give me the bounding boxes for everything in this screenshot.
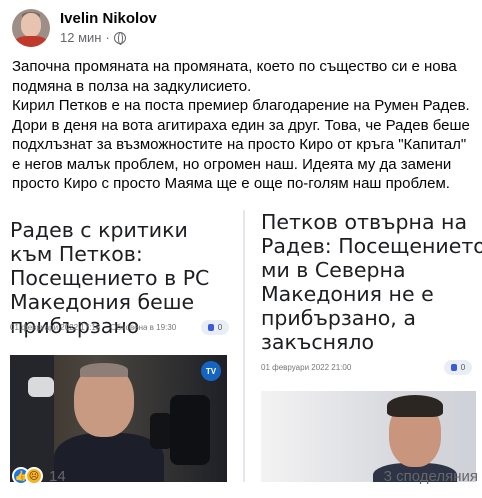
post-meta: Ivelin Nikolov 12 мин · bbox=[60, 10, 157, 47]
reaction-count[interactable]: 14 bbox=[49, 468, 66, 485]
comments-count: 0 bbox=[460, 363, 466, 372]
post-text-content: Започна промяната на промяната, което по… bbox=[12, 58, 470, 192]
article-updated: Обновена в 19:30 bbox=[110, 323, 177, 332]
author-name[interactable]: Ivelin Nikolov bbox=[60, 10, 157, 28]
comment-bubble-icon bbox=[450, 364, 457, 371]
photo-hair bbox=[80, 363, 128, 377]
comments-count: 0 bbox=[217, 323, 223, 332]
link-grid: Радев с критики към Петков: Посещението … bbox=[0, 210, 482, 482]
post-footer: 👍 ☹ 14 3 споделяния bbox=[12, 465, 478, 487]
avatar-face bbox=[21, 13, 41, 37]
photo-person-left bbox=[10, 355, 54, 482]
shares-count[interactable]: 3 споделяния bbox=[384, 468, 478, 485]
photo-hair bbox=[387, 395, 443, 417]
globe-icon[interactable] bbox=[113, 31, 126, 45]
comment-bubble-icon bbox=[207, 324, 214, 331]
article-meta: 01 февруари 2022 17:18 Обновена в 19:30 bbox=[10, 323, 176, 332]
post-time[interactable]: 12 мин bbox=[60, 29, 101, 47]
avatar-shirt bbox=[15, 36, 47, 47]
article-card-right[interactable]: Петков отвърна на Радев: Посещението ми … bbox=[243, 210, 482, 482]
tv-logo-icon: TV bbox=[201, 361, 221, 381]
avatar[interactable] bbox=[12, 9, 50, 47]
time-row: 12 мин · bbox=[60, 29, 157, 47]
article-headline[interactable]: Радев с критики към Петков: Посещението … bbox=[10, 218, 232, 338]
comments-pill[interactable]: 0 bbox=[444, 360, 472, 375]
comments-pill[interactable]: 0 bbox=[201, 320, 229, 335]
photo-face-mask bbox=[28, 377, 54, 397]
article-photo[interactable]: TV bbox=[10, 355, 227, 482]
separator-dot: · bbox=[105, 29, 110, 45]
sad-icon[interactable]: ☹ bbox=[25, 467, 43, 485]
article-date: 01 февруари 2022 17:18 bbox=[10, 323, 101, 332]
article-card-left[interactable]: Радев с критики към Петков: Посещението … bbox=[0, 210, 241, 482]
post-text: Започна промяната на промяната, което по… bbox=[12, 57, 474, 194]
microphone-icon bbox=[170, 395, 210, 465]
post-header: Ivelin Nikolov 12 мин · bbox=[12, 6, 157, 50]
article-headline[interactable]: Петков отвърна на Радев: Посещението ми … bbox=[261, 210, 482, 354]
article-meta: 01 февруари 2022 21:00 bbox=[261, 363, 351, 372]
article-date: 01 февруари 2022 21:00 bbox=[261, 363, 352, 372]
microphone-icon bbox=[150, 413, 172, 449]
